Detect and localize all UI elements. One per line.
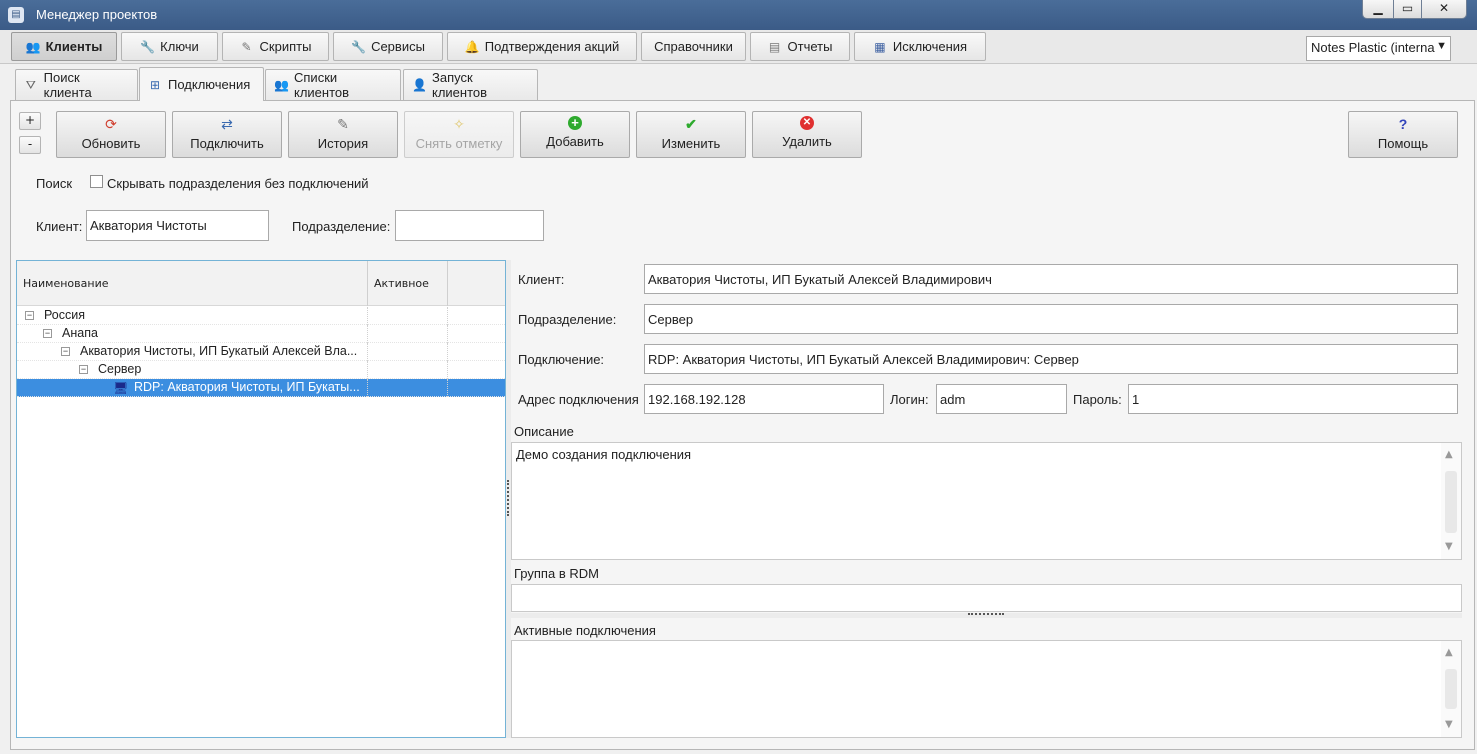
tab-references[interactable]: Справочники xyxy=(641,32,746,61)
filter-icon: ⛛ xyxy=(25,78,36,92)
tab-connections[interactable]: ⊞ Подключения xyxy=(139,67,264,101)
detail-division-field[interactable]: Сервер xyxy=(644,304,1458,334)
network-icon: ⇄ xyxy=(221,116,233,132)
users-icon: 👥 xyxy=(25,39,41,54)
collapse-all-button[interactable]: - xyxy=(19,136,41,154)
detail-client-field[interactable]: Акватория Чистоты, ИП Букатый Алексей Вл… xyxy=(644,264,1458,294)
tree-row-client[interactable]: − Акватория Чистоты, ИП Букатый Алексей … xyxy=(17,343,505,361)
chevron-down-icon: ▼ xyxy=(1436,40,1447,52)
detail-login-label: Логин: xyxy=(890,392,929,407)
detail-connection-field[interactable]: RDP: Акватория Чистоты, ИП Букатый Алекс… xyxy=(644,344,1458,374)
active-connections-scrollbar[interactable]: ▲ ▼ xyxy=(1441,641,1461,737)
title-bar: ▤ Менеджер проектов xyxy=(0,0,1477,30)
history-button[interactable]: ✎ История xyxy=(288,111,398,158)
tree-header: Наименование Активное xyxy=(17,261,505,306)
tree-row-russia[interactable]: − Россия xyxy=(17,307,505,325)
help-button[interactable]: ? Помощь xyxy=(1348,111,1458,158)
scroll-down-icon: ▼ xyxy=(1445,541,1453,552)
grid-icon: ▦ xyxy=(874,39,886,54)
wrench-icon: 🔧 xyxy=(140,39,156,54)
client-filter-label: Клиент: xyxy=(36,219,83,234)
edit-button[interactable]: ✔ Изменить xyxy=(636,111,746,158)
rdp-computer-icon: 🖥 xyxy=(113,381,129,395)
division-filter-input[interactable] xyxy=(395,210,544,241)
detail-password-field[interactable]: 1 xyxy=(1128,384,1458,414)
description-scrollbar[interactable]: ▲ ▼ xyxy=(1441,443,1461,559)
hide-divisions-label: Скрывать подразделения без подключений xyxy=(107,176,369,191)
detail-address-field[interactable]: 192.168.192.128 xyxy=(644,384,884,414)
script-icon: ✎ xyxy=(241,39,252,54)
detail-password-label: Пароль: xyxy=(1073,392,1122,407)
description-label: Описание xyxy=(514,424,574,439)
minimize-button[interactable]: ▁ xyxy=(1362,0,1394,19)
tab-client-lists[interactable]: 👥 Списки клиентов xyxy=(265,69,401,100)
description-text: Демо создания подключения xyxy=(516,447,692,462)
hide-divisions-checkbox[interactable] xyxy=(90,175,103,188)
tab-exceptions[interactable]: ▦ Исключения xyxy=(854,32,986,61)
column-name[interactable]: Наименование xyxy=(17,261,368,306)
detail-address-label: Адрес подключения xyxy=(518,392,639,407)
tree-row-server[interactable]: − Сервер xyxy=(17,361,505,379)
tab-reports[interactable]: ▤ Отчеты xyxy=(750,32,850,61)
tree-row-rdp-connection[interactable]: 🖥 RDP: Акватория Чистоты, ИП Букаты... xyxy=(17,379,505,397)
refresh-button[interactable]: ⟳ Обновить xyxy=(56,111,166,158)
window-title: Менеджер проектов xyxy=(36,7,158,22)
refresh-icon: ⟳ xyxy=(105,116,117,132)
collapse-icon[interactable]: − xyxy=(43,329,52,338)
app-icon: ▤ xyxy=(8,7,24,23)
collapse-icon[interactable]: − xyxy=(79,365,88,374)
tab-keys[interactable]: 🔧 Ключи xyxy=(121,32,218,61)
rdm-group-field[interactable] xyxy=(511,584,1462,612)
tab-clients[interactable]: 👥 Клиенты xyxy=(11,32,117,61)
close-button[interactable]: ✕ xyxy=(1421,0,1467,19)
unmark-button[interactable]: ✧ Снять отметку xyxy=(404,111,514,158)
network-icon: ⊞ xyxy=(149,77,161,92)
scroll-up-icon: ▲ xyxy=(1445,449,1453,460)
splitter-grip xyxy=(968,613,1004,616)
search-label: Поиск xyxy=(36,176,73,191)
scroll-up-icon: ▲ xyxy=(1445,647,1453,658)
scroll-down-icon: ▼ xyxy=(1445,719,1453,730)
project-select[interactable]: Notes Plastic (interna ▼ xyxy=(1306,36,1451,61)
check-icon: ✔ xyxy=(685,116,697,132)
connect-button[interactable]: ⇄ Подключить xyxy=(172,111,282,158)
delete-icon: ✕ xyxy=(800,116,814,130)
tab-client-launch[interactable]: 👤 Запуск клиентов xyxy=(403,69,538,100)
wrench-icon: 🔧 xyxy=(351,39,367,54)
scroll-thumb[interactable] xyxy=(1445,471,1457,533)
column-active[interactable]: Активное xyxy=(368,261,448,306)
history-icon: ✎ xyxy=(337,116,349,132)
description-textarea[interactable]: Демо создания подключения ▲ ▼ xyxy=(511,442,1462,560)
tab-services[interactable]: 🔧 Сервисы xyxy=(333,32,443,61)
detail-client-label: Клиент: xyxy=(518,272,565,287)
plus-icon: + xyxy=(568,116,582,130)
user-add-icon: 👤 xyxy=(412,78,427,92)
report-icon: ▤ xyxy=(768,39,781,54)
broom-icon: ✧ xyxy=(453,116,465,132)
detail-connection-label: Подключение: xyxy=(518,352,605,367)
delete-button[interactable]: ✕ Удалить xyxy=(752,111,862,158)
collapse-icon[interactable]: − xyxy=(61,347,70,356)
bell-icon: 🔔 xyxy=(464,39,480,54)
client-filter-input[interactable]: Акватория Чистоты xyxy=(86,210,269,241)
active-connections-label: Активные подключения xyxy=(514,623,656,638)
scroll-thumb[interactable] xyxy=(1445,669,1457,709)
collapse-icon[interactable]: − xyxy=(25,311,34,320)
detail-division-label: Подразделение: xyxy=(518,312,617,327)
add-button[interactable]: + Добавить xyxy=(520,111,630,158)
users-icon: 👥 xyxy=(274,78,289,92)
splitter-grip xyxy=(507,480,509,516)
expand-all-button[interactable]: + xyxy=(19,112,41,130)
rdm-group-label: Группа в RDM xyxy=(514,566,599,581)
tree-row-anapa[interactable]: − Анапа xyxy=(17,325,505,343)
division-filter-label: Подразделение: xyxy=(292,219,391,234)
maximize-button[interactable]: ▭ xyxy=(1393,0,1422,19)
connections-tree[interactable]: Наименование Активное − Россия − Анапа −… xyxy=(16,260,506,738)
active-connections-list[interactable]: ▲ ▼ xyxy=(511,640,1462,738)
tab-scripts[interactable]: ✎ Скрипты xyxy=(222,32,329,61)
tab-promotions[interactable]: 🔔 Подтверждения акций xyxy=(447,32,637,61)
help-icon: ? xyxy=(1398,116,1408,132)
detail-login-field[interactable]: adm xyxy=(936,384,1067,414)
tab-client-search[interactable]: ⛛ Поиск клиента xyxy=(15,69,138,100)
